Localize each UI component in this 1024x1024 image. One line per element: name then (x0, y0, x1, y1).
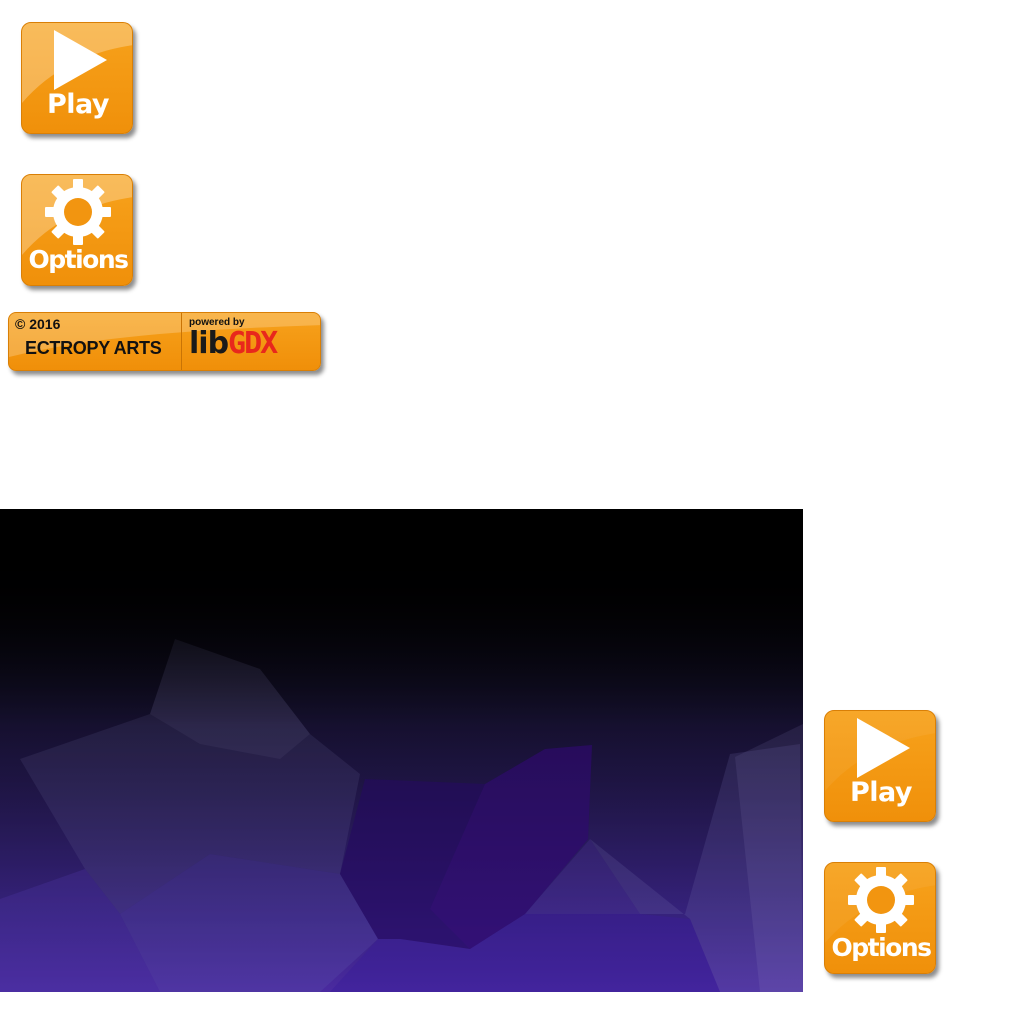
libgdx-logo: libGDX (189, 326, 278, 361)
options-label: Options (831, 933, 932, 962)
options-button[interactable]: Options (21, 174, 133, 286)
credits-banner: © 2016 ECTROPY ARTS powered by libGDX (8, 312, 321, 371)
play-label: Play (46, 89, 110, 120)
options-label: Options (28, 245, 129, 274)
play-label: Play (849, 777, 913, 808)
libgdx-logo-gdx: GDX (228, 326, 278, 361)
play-button[interactable]: Play (21, 22, 133, 134)
options-button-alt[interactable]: Options (824, 862, 936, 974)
menu-background (0, 509, 803, 992)
play-button-alt[interactable]: Play (824, 710, 936, 822)
banner-divider (181, 313, 182, 370)
polygon-background-art (0, 509, 803, 992)
libgdx-logo-lib: lib (189, 326, 229, 361)
copyright-text: © 2016 (15, 316, 61, 332)
sprite-atlas: Play Options © 2016 ECTROPY ARTS powered… (0, 0, 1024, 1024)
studio-name: ECTROPY ARTS (25, 338, 162, 358)
